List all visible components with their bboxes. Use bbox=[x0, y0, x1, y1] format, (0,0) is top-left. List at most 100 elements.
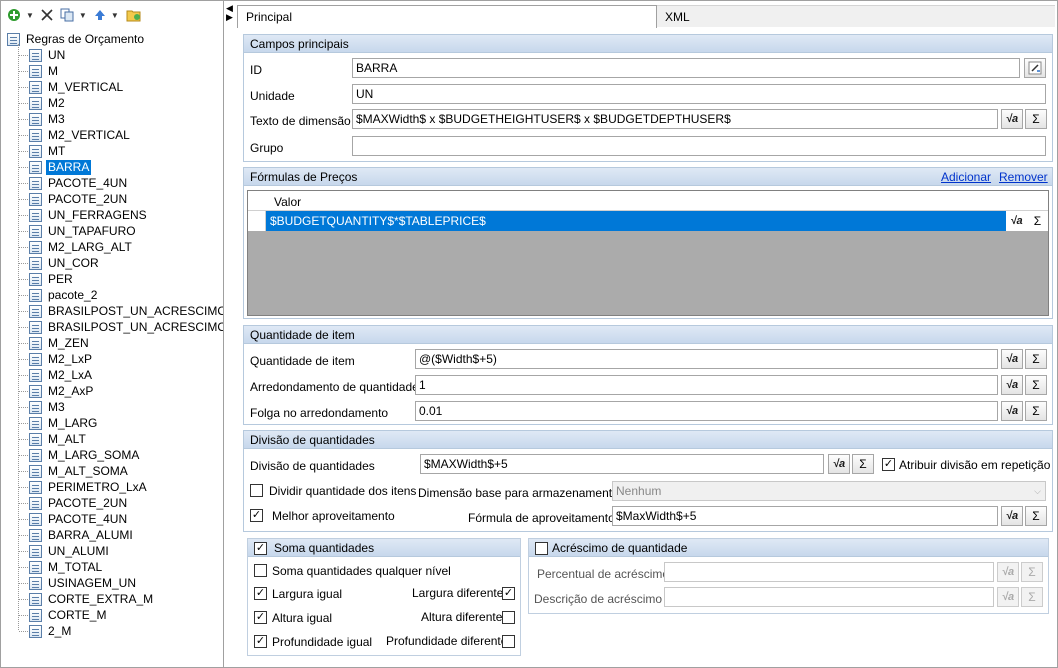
divisao-field[interactable]: $MAXWidth$+5 bbox=[420, 454, 824, 474]
tree-item[interactable]: PER bbox=[29, 271, 75, 287]
tree-item[interactable]: M_ALT bbox=[29, 431, 88, 447]
percentual-sum-button[interactable]: Σ bbox=[1021, 562, 1043, 582]
largura-diferente-checkbox[interactable] bbox=[502, 587, 515, 600]
descricao-field[interactable] bbox=[664, 587, 994, 607]
delete-icon[interactable] bbox=[41, 6, 53, 24]
texto-dimensao-field[interactable]: $MAXWidth$ x $BUDGETHEIGHTUSER$ x $BUDGE… bbox=[352, 109, 998, 129]
tree-item[interactable]: BRASILPOST_UN_ACRESCIMO_V bbox=[29, 319, 223, 335]
tree-item[interactable]: pacote_2 bbox=[29, 287, 99, 303]
profundidade-diferente-checkbox[interactable] bbox=[502, 635, 515, 648]
tree-item[interactable]: M3 bbox=[29, 111, 67, 127]
tree-item[interactable]: M2_LARG_ALT bbox=[29, 239, 134, 255]
soma-qualquer-checkbox[interactable] bbox=[254, 564, 267, 577]
dimensao-base-select[interactable]: Nenhum ⌵ bbox=[612, 481, 1046, 501]
texto-dimensao-sum-button[interactable]: Σ bbox=[1025, 109, 1047, 129]
arredondamento-formula-button[interactable]: √a bbox=[1001, 375, 1023, 395]
dividir-checkbox[interactable] bbox=[250, 484, 263, 497]
largura-igual-checkbox[interactable] bbox=[254, 587, 267, 600]
grupo-field[interactable] bbox=[352, 136, 1046, 156]
quantidade-sum-button[interactable]: Σ bbox=[1025, 349, 1047, 369]
tree-item[interactable]: M2 bbox=[29, 95, 67, 111]
formula-row-formula-button[interactable]: √a bbox=[1006, 211, 1027, 231]
tree-item[interactable]: 2_M bbox=[29, 623, 73, 639]
tree-item[interactable]: M2_AxP bbox=[29, 383, 95, 399]
tree-item[interactable]: BARRA_ALUMI bbox=[29, 527, 135, 543]
tree-item[interactable]: M2_LxA bbox=[29, 367, 94, 383]
divisao-formula-button[interactable]: √a bbox=[828, 454, 850, 474]
formula-aproveitamento-field[interactable]: $MaxWidth$+5 bbox=[612, 506, 998, 526]
tree-item[interactable]: PACOTE_4UN bbox=[29, 175, 129, 191]
tree-item[interactable]: M_VERTICAL bbox=[29, 79, 125, 95]
altura-igual-checkbox[interactable] bbox=[254, 611, 267, 624]
tree-item[interactable]: M_LARG bbox=[29, 415, 99, 431]
quantidade-field[interactable]: @($Width$+5) bbox=[415, 349, 998, 369]
profundidade-igual-checkbox[interactable] bbox=[254, 635, 267, 648]
atribuir-checkbox[interactable] bbox=[882, 458, 895, 471]
move-up-icon[interactable] bbox=[94, 6, 106, 24]
melhor-checkbox[interactable] bbox=[250, 509, 263, 522]
copy-dropdown-icon[interactable]: ▼ bbox=[79, 11, 87, 20]
tree-item[interactable]: PACOTE_4UN bbox=[29, 511, 129, 527]
id-picker-button[interactable] bbox=[1024, 58, 1046, 78]
formula-row-sum-button[interactable]: Σ bbox=[1027, 211, 1048, 231]
add-dropdown-icon[interactable]: ▼ bbox=[26, 11, 34, 20]
percentual-formula-button[interactable]: √a bbox=[997, 562, 1019, 582]
folga-formula-button[interactable]: √a bbox=[1001, 401, 1023, 421]
aproveitamento-sum-button[interactable]: Σ bbox=[1025, 506, 1047, 526]
tree-item-label: UN_TAPAFURO bbox=[48, 223, 136, 238]
tree-item[interactable]: M2_LxP bbox=[29, 351, 94, 367]
tree-item[interactable]: UN_TAPAFURO bbox=[29, 223, 138, 239]
descricao-sum-button[interactable]: Σ bbox=[1021, 587, 1043, 607]
tree-item[interactable]: M_LARG_SOMA bbox=[29, 447, 141, 463]
tab-xml[interactable]: XML bbox=[657, 5, 1055, 27]
aproveitamento-formula-button[interactable]: √a bbox=[1001, 506, 1023, 526]
tree-item[interactable]: UN_COR bbox=[29, 255, 101, 271]
tree-item[interactable]: BARRA bbox=[29, 159, 92, 175]
divisao-sum-button[interactable]: Σ bbox=[852, 454, 874, 474]
percentual-field[interactable] bbox=[664, 562, 994, 582]
rule-icon bbox=[29, 48, 42, 62]
tree-item[interactable]: M3 bbox=[29, 399, 67, 415]
left-panel: ▼ ▼ ▼ Regras de Orçamento UN M M_VERTICAL M2… bbox=[1, 1, 224, 667]
tree-item[interactable]: PACOTE_2UN bbox=[29, 191, 129, 207]
texto-dimensao-formula-button[interactable]: √a bbox=[1001, 109, 1023, 129]
tree-item[interactable]: UN_FERRAGENS bbox=[29, 207, 149, 223]
remover-link[interactable]: Remover bbox=[999, 170, 1048, 184]
tree-item[interactable]: PACOTE_2UN bbox=[29, 495, 129, 511]
tree-item[interactable]: CORTE_EXTRA_M bbox=[29, 591, 155, 607]
unidade-field[interactable]: UN bbox=[352, 84, 1046, 104]
tree-item[interactable]: M_TOTAL bbox=[29, 559, 104, 575]
altura-diferente-checkbox[interactable] bbox=[502, 611, 515, 624]
adicionar-link[interactable]: Adicionar bbox=[941, 170, 991, 184]
acrescimo-checkbox[interactable] bbox=[535, 542, 548, 555]
tree-item[interactable]: PERIMETRO_LxA bbox=[29, 479, 149, 495]
arredondamento-field[interactable]: 1 bbox=[415, 375, 998, 395]
tree-item[interactable]: USINAGEM_UN bbox=[29, 575, 138, 591]
panel-splitter[interactable]: ◀ ▶ bbox=[225, 1, 237, 667]
formula-row[interactable]: $BUDGETQUANTITY$*$TABLEPRICE$ bbox=[266, 211, 1006, 231]
tree-item[interactable]: M bbox=[29, 63, 60, 79]
tree-item[interactable]: CORTE_M bbox=[29, 607, 108, 623]
tree-item[interactable]: MT bbox=[29, 143, 67, 159]
tab-principal[interactable]: Principal bbox=[237, 5, 657, 28]
tree-root[interactable]: Regras de Orçamento bbox=[7, 31, 146, 47]
descricao-formula-button[interactable]: √a bbox=[997, 587, 1019, 607]
add-icon[interactable] bbox=[7, 6, 21, 24]
tree-item[interactable]: M_ZEN bbox=[29, 335, 91, 351]
folga-field[interactable]: 0.01 bbox=[415, 401, 998, 421]
tree-item[interactable]: BRASILPOST_UN_ACRESCIMO bbox=[29, 303, 223, 319]
tree-item[interactable]: UN_ALUMI bbox=[29, 543, 111, 559]
soma-checkbox[interactable] bbox=[254, 542, 267, 555]
copy-icon[interactable] bbox=[60, 6, 74, 24]
quantidade-formula-button[interactable]: √a bbox=[1001, 349, 1023, 369]
arredondamento-sum-button[interactable]: Σ bbox=[1025, 375, 1047, 395]
folga-sum-button[interactable]: Σ bbox=[1025, 401, 1047, 421]
expand-right-icon[interactable]: ▶ bbox=[226, 13, 233, 22]
folder-icon[interactable] bbox=[126, 6, 142, 24]
id-field[interactable]: BARRA bbox=[352, 58, 1020, 78]
row-selector[interactable] bbox=[248, 211, 266, 231]
tree-item[interactable]: M_ALT_SOMA bbox=[29, 463, 130, 479]
tree-item[interactable]: UN bbox=[29, 47, 67, 63]
tree-item[interactable]: M2_VERTICAL bbox=[29, 127, 132, 143]
move-dropdown-icon[interactable]: ▼ bbox=[111, 11, 119, 20]
